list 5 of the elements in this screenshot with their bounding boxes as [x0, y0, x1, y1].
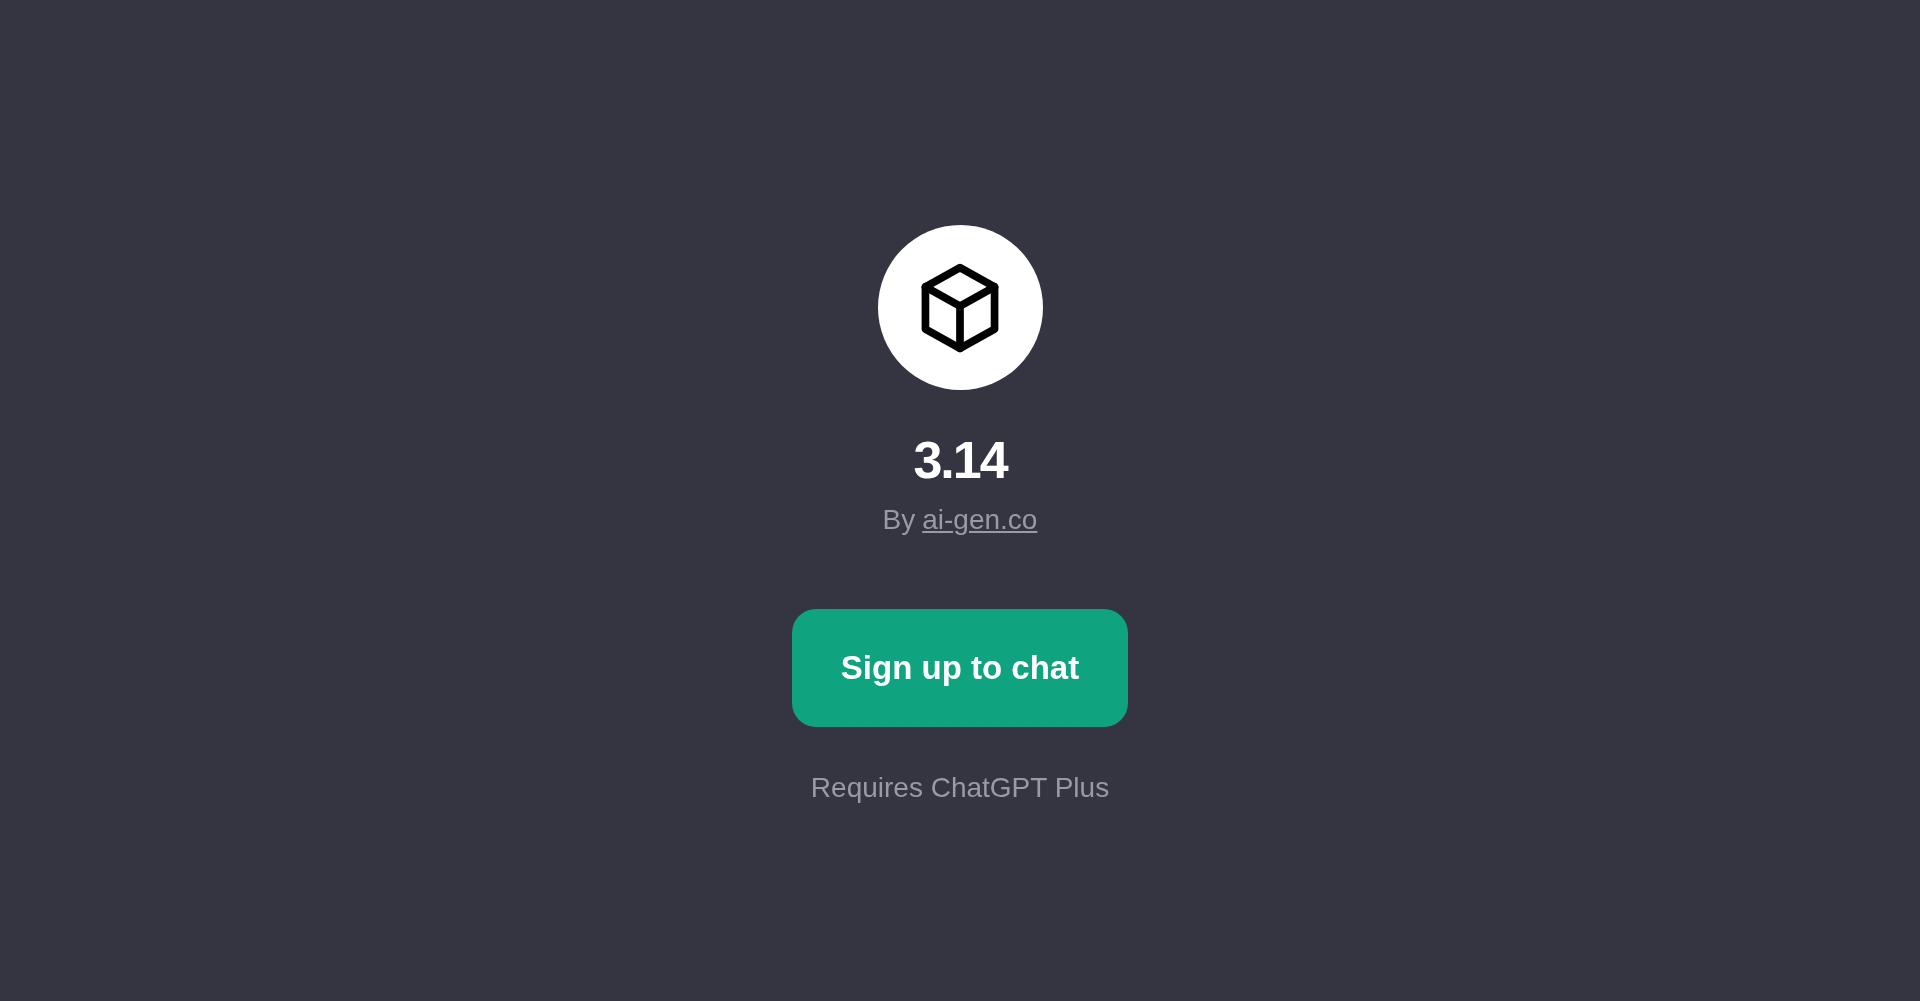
author-link[interactable]: ai-gen.co	[922, 503, 1038, 537]
gpt-title: 3.14	[913, 432, 1007, 490]
byline-prefix: By	[882, 503, 916, 537]
requirement-note: Requires ChatGPT Plus	[810, 770, 1110, 805]
signup-button[interactable]: Sign up to chat	[792, 608, 1128, 727]
